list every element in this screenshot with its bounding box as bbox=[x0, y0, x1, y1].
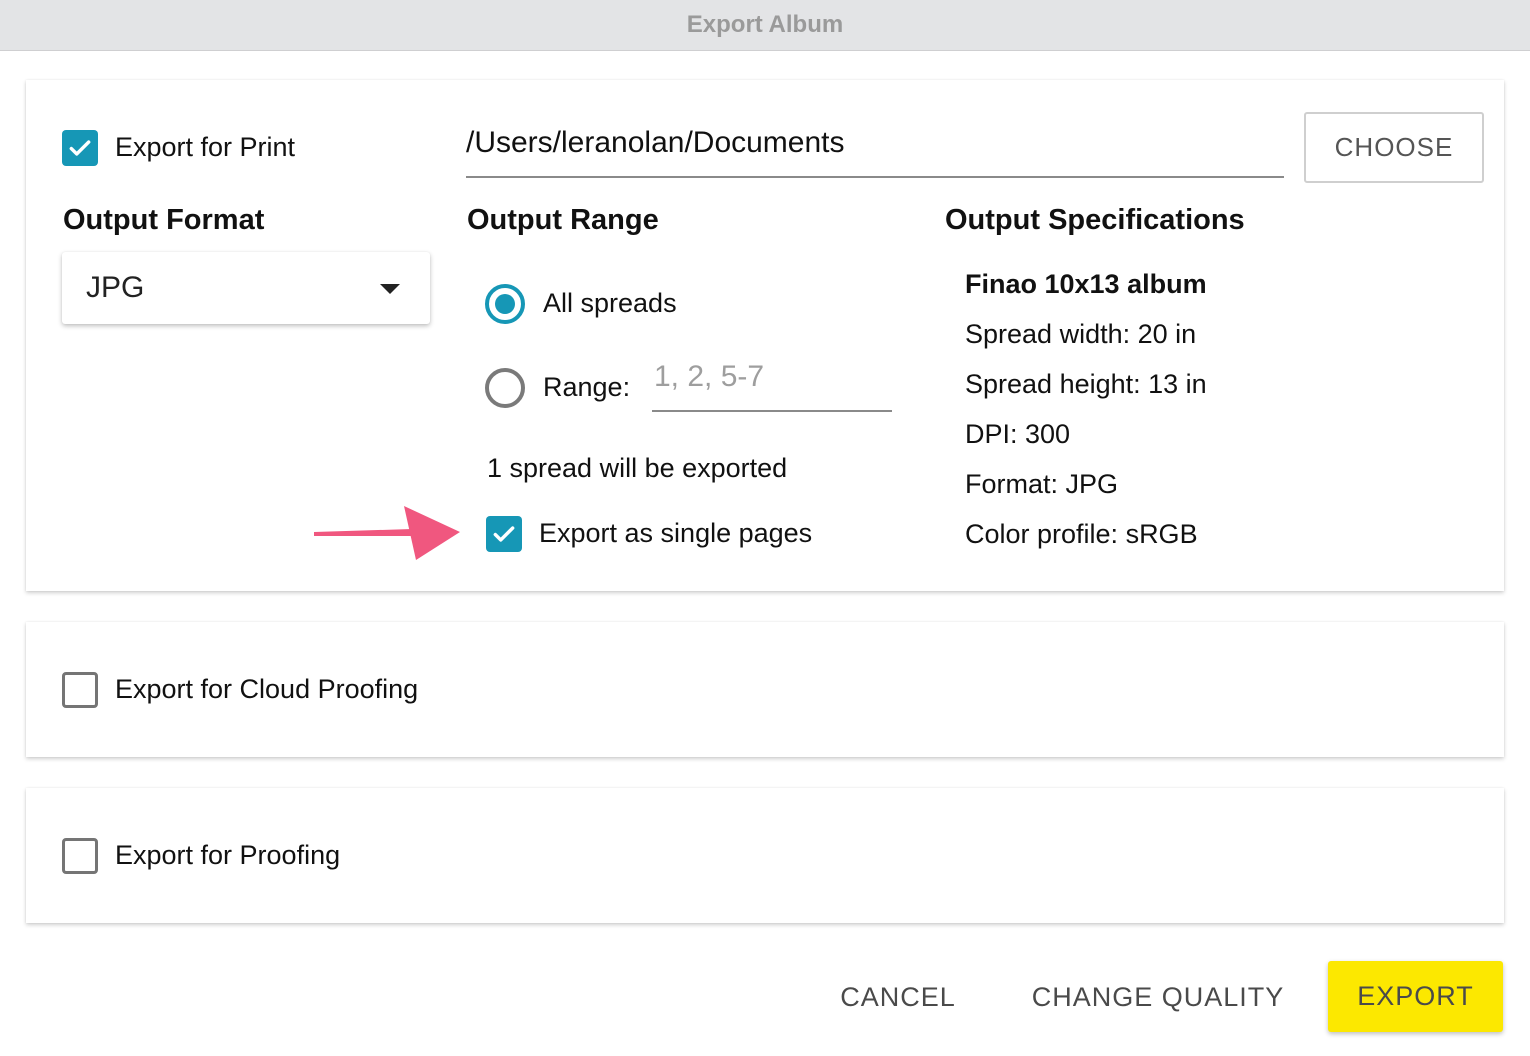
spec-product-name: Finao 10x13 album bbox=[965, 269, 1207, 299]
output-specifications-heading: Output Specifications bbox=[945, 204, 1245, 236]
print-section-card: Export for Print CHOOSE Output Format JP… bbox=[26, 80, 1504, 591]
dropdown-caret-icon bbox=[380, 284, 400, 294]
range-radio[interactable] bbox=[485, 368, 525, 408]
output-format-select[interactable]: JPG bbox=[62, 252, 430, 324]
export-for-print-label: Export for Print bbox=[115, 132, 296, 162]
export-single-pages-label: Export as single pages bbox=[539, 518, 813, 548]
spec-format: Format: JPG bbox=[965, 469, 1119, 499]
cloud-proofing-section-card: Export for Cloud Proofing bbox=[26, 622, 1504, 757]
export-button[interactable]: EXPORT bbox=[1328, 961, 1503, 1032]
change-quality-button[interactable]: CHANGE QUALITY bbox=[1016, 962, 1300, 1032]
arrow-right-icon bbox=[314, 506, 460, 560]
output-range-heading: Output Range bbox=[467, 204, 659, 236]
window-title: Export Album bbox=[686, 11, 844, 38]
output-format-value: JPG bbox=[86, 271, 145, 304]
spread-count-text: 1 spread will be exported bbox=[487, 453, 788, 483]
range-field[interactable] bbox=[652, 356, 892, 412]
cancel-button[interactable]: CANCEL bbox=[820, 962, 976, 1032]
spec-color-profile: Color profile: sRGB bbox=[965, 519, 1198, 549]
export-proofing-checkbox[interactable] bbox=[62, 838, 98, 874]
all-spreads-radio[interactable] bbox=[485, 284, 525, 324]
export-for-print-checkbox[interactable] bbox=[62, 130, 98, 166]
proofing-section-card: Export for Proofing bbox=[26, 788, 1504, 923]
range-label: Range: bbox=[543, 372, 631, 402]
spec-dpi: DPI: 300 bbox=[965, 419, 1071, 449]
export-single-pages-checkbox[interactable] bbox=[486, 516, 522, 552]
export-proofing-label: Export for Proofing bbox=[115, 840, 341, 870]
all-spreads-label: All spreads bbox=[543, 288, 677, 318]
spec-spread-height: Spread height: 13 in bbox=[965, 369, 1207, 399]
folder-path-input[interactable] bbox=[466, 120, 1284, 160]
export-cloud-proofing-label: Export for Cloud Proofing bbox=[115, 674, 419, 704]
radio-selected-dot bbox=[495, 294, 515, 314]
export-cloud-proofing-checkbox[interactable] bbox=[62, 672, 98, 708]
choose-folder-button[interactable]: CHOOSE bbox=[1304, 112, 1484, 183]
title-bar: Export Album bbox=[0, 0, 1530, 51]
range-input[interactable] bbox=[652, 356, 892, 394]
checkmark-icon bbox=[69, 140, 91, 156]
folder-path-field[interactable] bbox=[466, 120, 1284, 178]
spec-spread-width: Spread width: 20 in bbox=[965, 319, 1197, 349]
output-format-heading: Output Format bbox=[63, 204, 265, 236]
checkmark-icon bbox=[493, 526, 515, 542]
